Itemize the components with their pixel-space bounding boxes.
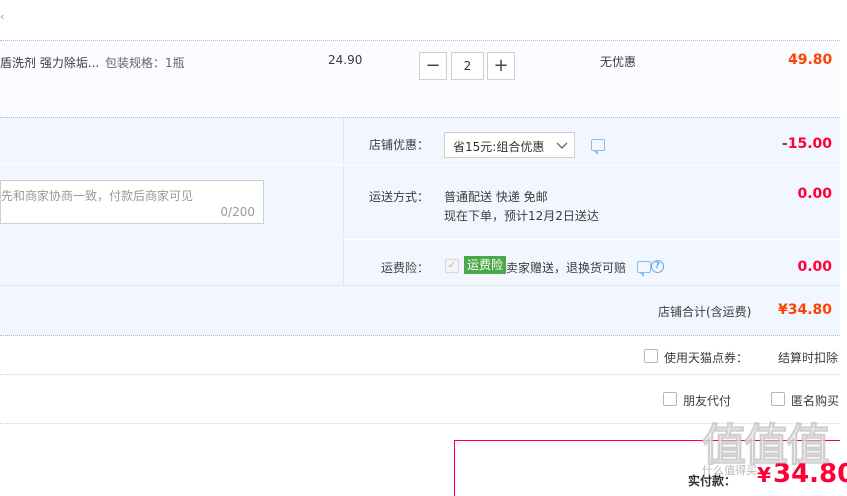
shop-total-row: 店铺合计(含运费) ¥34.80 (0, 285, 840, 336)
divider (343, 118, 344, 286)
qty-plus-button[interactable]: + (487, 52, 515, 80)
item-discount: 无优惠 (600, 55, 637, 69)
insurance-desc: 卖家赠送，退换货可赔 (506, 261, 627, 275)
qty-minus-button[interactable]: − (419, 52, 447, 80)
shipping-label: 运送方式： (369, 190, 430, 204)
divider (343, 239, 840, 240)
friend-pay-checkbox[interactable] (663, 392, 677, 406)
item-subtotal: 49.80 (788, 52, 833, 68)
help-icon[interactable]: ? (651, 260, 664, 273)
anonymous-checkbox[interactable] (771, 392, 785, 406)
shipping-amount: 0.00 (797, 186, 832, 202)
message-counter: 0/200 (220, 205, 255, 219)
shop-discount-selected: 省15元:组合优惠 (453, 140, 545, 154)
shop-total-amount: ¥34.80 (778, 302, 833, 318)
shipping-method: 普通配送 快递 免邮 (444, 190, 548, 204)
item-unit-price: 24.90 (328, 53, 363, 67)
check-icon: ✓ (447, 260, 457, 271)
points-label: 使用天猫点券： (664, 351, 749, 365)
chevron-down-icon (556, 136, 568, 157)
insurance-amount: 0.00 (797, 259, 832, 275)
points-note: 结算时扣除 (778, 351, 839, 365)
order-item-row: 盾洗剂 强力除垢... 包装规格：1瓶 24.90 − 2 + 无优惠 49.8… (0, 40, 840, 117)
seller-message-input[interactable]: 先和商家协商一致，付款后商家可见 0/200 (0, 180, 264, 224)
qty-input[interactable]: 2 (451, 52, 484, 80)
points-row: 使用天猫点券： 结算时扣除 (0, 337, 840, 375)
shipping-eta: 现在下单，预计12月2日送达 (444, 209, 599, 223)
item-name[interactable]: 盾洗剂 强力除垢... (0, 54, 99, 71)
watermark-site: 什么值得买 (702, 464, 757, 477)
shop-total-label: 店铺合计(含运费) (658, 305, 752, 319)
points-checkbox[interactable] (644, 349, 658, 363)
message-placeholder: 先和商家协商一致，付款后商家可见 (1, 189, 194, 203)
chat-icon[interactable] (591, 139, 605, 155)
shop-options-panel: 先和商家协商一致，付款后商家可见 0/200 店铺优惠： 省15元:组合优惠 -… (0, 117, 840, 286)
shop-discount-select[interactable]: 省15元:组合优惠 (444, 132, 575, 158)
insurance-label: 运费险： (381, 261, 430, 275)
corner-mark: ‹ (0, 10, 5, 23)
shop-discount-amount: -15.00 (781, 136, 832, 152)
friend-pay-label: 朋友代付 (683, 394, 732, 408)
anonymous-label: 匿名购买 (791, 394, 840, 408)
insurance-checkbox[interactable]: ✓ (445, 259, 459, 273)
divider (0, 164, 343, 165)
shop-discount-label: 店铺优惠： (369, 138, 430, 152)
divider (343, 165, 840, 166)
item-spec: 包装规格：1瓶 (105, 56, 185, 70)
insurance-tag: 运费险 (464, 256, 507, 274)
chat-icon[interactable] (637, 261, 651, 277)
